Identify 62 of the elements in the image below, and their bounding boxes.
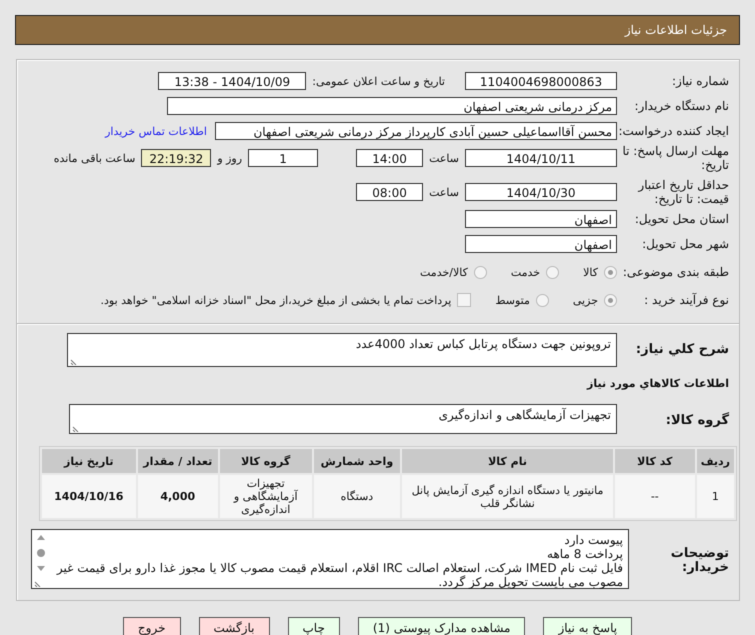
action-button[interactable]: چاپ [288, 617, 340, 635]
field-label: شرح کلي نياز: [634, 343, 729, 357]
field-label: مهلت ارسال پاسخ: تا تاریخ: [621, 144, 729, 172]
remaining-time-field: 22:19:32 [141, 149, 212, 167]
table-cell: 1404/10/16 [42, 475, 136, 518]
field-label: شماره نیاز: [671, 74, 729, 88]
table-cell: 4,000 [138, 475, 218, 518]
contact-link[interactable]: اطلاعات تماس خریدار [105, 124, 207, 138]
field-label: تاریخ و ساعت اعلان عمومی: [312, 74, 445, 88]
days-field: 1 [248, 149, 318, 167]
description-field: تروپونین جهت دستگاه پرتابل کباس تعداد 4000عدد [67, 333, 617, 367]
field-label: شهر محل تحویل: [641, 237, 729, 251]
time-field: 14:00 [356, 149, 424, 167]
date-field: 1404/10/11 [465, 149, 617, 167]
announce-date-field: 1404/10/09 - 13:38 [158, 72, 306, 90]
goods-group-field: تجهیزات آزمایشگاهی و اندازه‌گیری [69, 404, 617, 434]
table-cell: تجهیزات آزمایشگاهی و اندازه‌گیری [220, 475, 312, 518]
radio-label: خدمت [510, 266, 540, 278]
radio-label: کالا [583, 266, 598, 278]
buyer-field: مرکز درمانی شریعتی اصفهان [167, 97, 617, 115]
table-cell: 1 [696, 475, 734, 518]
column-header: تاریخ نیاز [42, 449, 136, 473]
action-button[interactable]: پاسخ به نیاز [543, 617, 632, 635]
action-button[interactable]: مشاهده مدارک پیوستی (1) [358, 617, 526, 635]
field-label: ساعت باقی مانده [54, 152, 136, 164]
province-field: اصفهان [465, 210, 617, 228]
table-cell: دستگاه [314, 475, 400, 518]
field-label: گروه کالا: [664, 414, 729, 428]
field-label: استان محل تحویل: [634, 212, 729, 226]
action-button[interactable]: بازگشت [198, 617, 270, 635]
column-header: تعداد / مقدار [138, 449, 218, 473]
radio-label: کالا/خدمت [420, 266, 468, 278]
section-title: اطلاعات کالاهاي مورد نياز [586, 377, 729, 390]
field-label: نوع فرآیند خرید : [643, 293, 729, 307]
column-header: نام کالا [402, 449, 613, 473]
need-number-field: 1104004698000863 [465, 72, 617, 90]
note-line: پرداخت 8 ماهه [546, 547, 623, 561]
note-line: فایل ثبت نام IMED شرکت، استعلام اصالت IRC اقلام، استعلام قیمت مصوب کالا یا مجوز غذا دارو برای قیمت غیر مصوب می بایست تحویل مرکز گردد. [55, 561, 623, 589]
action-button[interactable]: خروج [122, 617, 180, 635]
field-label: ایجاد کننده درخواست: [617, 124, 729, 138]
time-field: 08:00 [356, 183, 424, 201]
note-line: پیوست دارد [563, 533, 623, 547]
date-field: 1404/10/30 [465, 183, 617, 201]
radio-label: جزیی [572, 294, 598, 306]
column-header: گروه کالا [220, 449, 312, 473]
field-label: ساعت [429, 186, 459, 198]
field-label: حداقل تاریخ اعتبار قیمت: تا تاریخ: [636, 178, 729, 206]
field-label: ساعت [429, 152, 459, 164]
field-label: طبقه بندی موضوعی: [622, 265, 729, 279]
table-cell: مانیتور یا دستگاه اندازه گیری آزمایش پانل نشانگر قلب [402, 475, 613, 518]
table-cell: -- [614, 475, 695, 518]
checkbox-label: پرداخت تمام یا بخشی از مبلغ خرید،از محل "اسناد خزانه اسلامی" خواهد بود. [100, 294, 452, 306]
radio-label: متوسط [495, 294, 530, 306]
page-title: جزئیات اطلاعات نیاز [624, 23, 727, 37]
column-header: کد کالا [614, 449, 695, 473]
field-label: روز و [217, 152, 242, 164]
city-field: اصفهان [465, 235, 617, 253]
field-label: نام دستگاه خریدار: [634, 99, 729, 113]
creator-field: محسن آقااسماعیلی حسین آبادی کارپرداز مرکز درمانی شریعتی اصفهان [215, 122, 617, 140]
field-label: توضیحات خریدار: [670, 547, 729, 575]
column-header: واحد شمارش [314, 449, 400, 473]
column-header: ردیف [696, 449, 734, 473]
